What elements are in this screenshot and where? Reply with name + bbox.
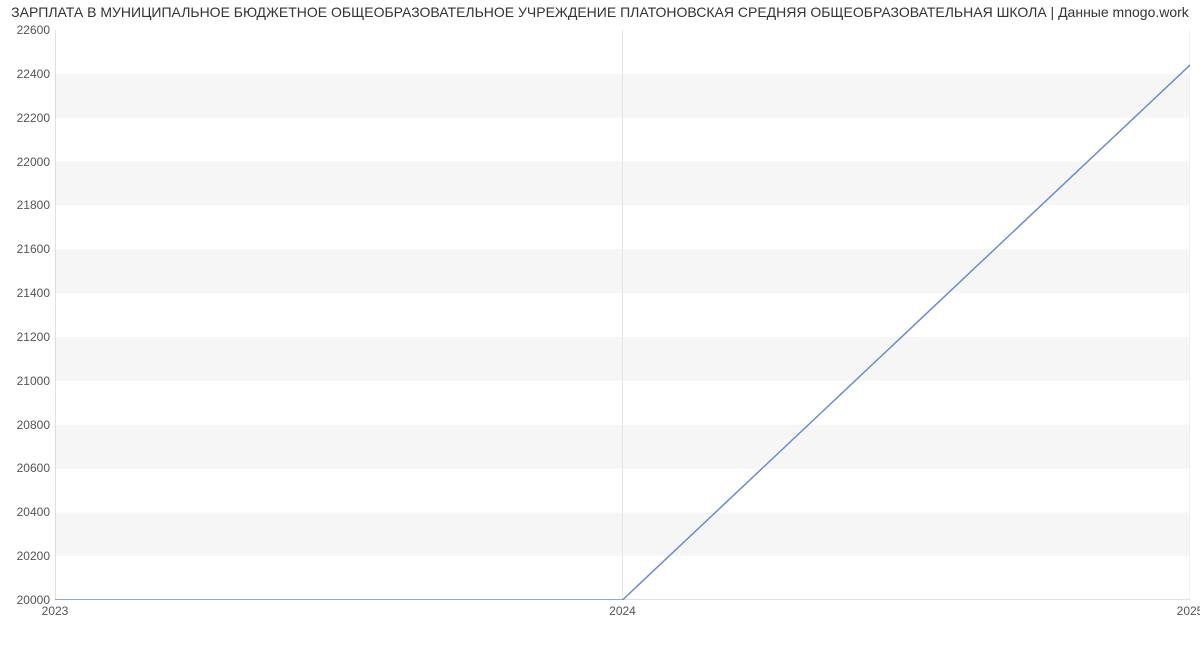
y-tick-label: 20600 [5, 461, 50, 475]
x-tick-label: 2023 [42, 604, 69, 618]
chart-svg [55, 30, 1190, 600]
y-tick-label: 21600 [5, 242, 50, 256]
y-tick-label: 22400 [5, 67, 50, 81]
y-tick-label: 22200 [5, 111, 50, 125]
x-tick-label: 2024 [609, 604, 636, 618]
x-tick-label: 2025 [1177, 604, 1200, 618]
chart-title: ЗАРПЛАТА В МУНИЦИПАЛЬНОЕ БЮДЖЕТНОЕ ОБЩЕО… [0, 4, 1200, 20]
y-tick-label: 21000 [5, 374, 50, 388]
y-tick-label: 21200 [5, 330, 50, 344]
plot-area [55, 30, 1190, 600]
y-tick-label: 21800 [5, 198, 50, 212]
y-tick-label: 22000 [5, 155, 50, 169]
y-tick-label: 22600 [5, 23, 50, 37]
y-tick-label: 20400 [5, 505, 50, 519]
y-tick-label: 21400 [5, 286, 50, 300]
y-tick-label: 20800 [5, 418, 50, 432]
y-tick-label: 20200 [5, 549, 50, 563]
chart-container: ЗАРПЛАТА В МУНИЦИПАЛЬНОЕ БЮДЖЕТНОЕ ОБЩЕО… [0, 0, 1200, 650]
